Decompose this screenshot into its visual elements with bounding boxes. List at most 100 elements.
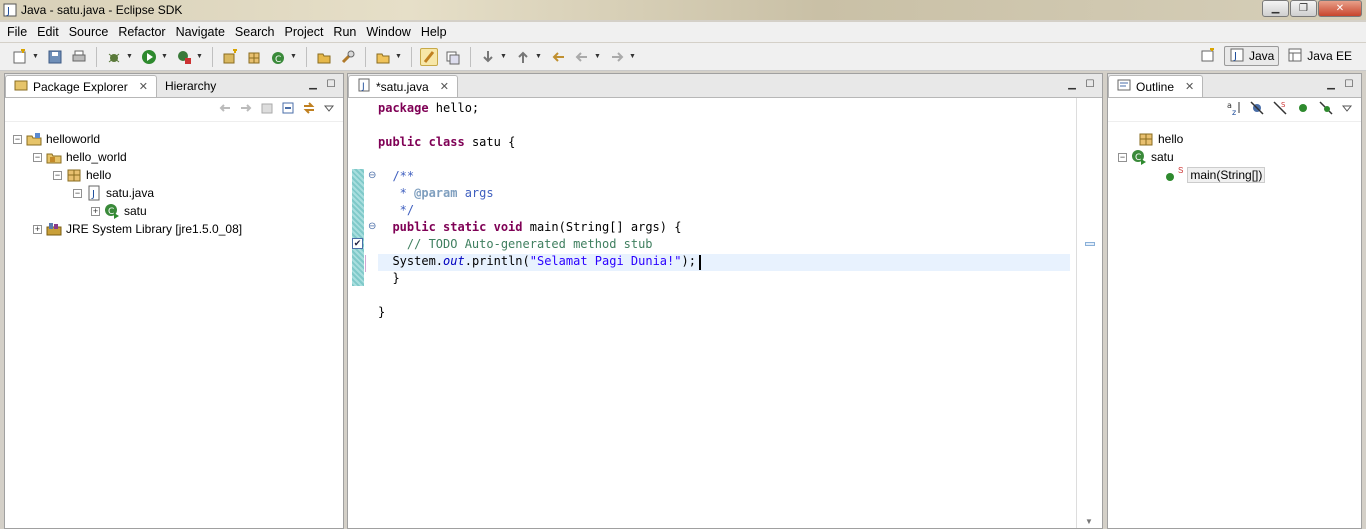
- fold-collapse-icon[interactable]: ⊖: [368, 170, 376, 181]
- minimize-view-icon[interactable]: ▁: [1066, 78, 1078, 90]
- open-folder-icon[interactable]: [374, 48, 392, 66]
- menu-window[interactable]: Window: [361, 25, 415, 39]
- external-tools-dropdown-icon[interactable]: ▼: [196, 53, 204, 60]
- collapse-toggle[interactable]: −: [33, 152, 42, 162]
- outline-item-method[interactable]: S main(String[]): [1164, 166, 1266, 184]
- debug-dropdown-icon[interactable]: ▼: [126, 53, 134, 60]
- package-icon: [66, 167, 82, 183]
- link-with-editor-icon[interactable]: [302, 101, 316, 118]
- new-java-package-icon[interactable]: [245, 48, 263, 66]
- minimize-view-icon[interactable]: ▁: [307, 78, 319, 90]
- mark-occurrences-icon[interactable]: [420, 47, 438, 66]
- search-icon[interactable]: [339, 48, 357, 66]
- view-menu-icon[interactable]: [1341, 102, 1353, 117]
- collapse-all-icon[interactable]: [281, 101, 295, 118]
- sort-icon[interactable]: az: [1226, 100, 1242, 119]
- tab-package-explorer[interactable]: Package Explorer ✕: [5, 75, 157, 97]
- close-tab-icon[interactable]: ✕: [1185, 80, 1194, 93]
- toolbar-separator: [365, 46, 366, 67]
- expand-toggle[interactable]: +: [33, 224, 42, 234]
- expand-toggle[interactable]: +: [91, 206, 100, 216]
- show-whitespace-icon[interactable]: [444, 48, 462, 66]
- menu-edit[interactable]: Edit: [32, 25, 64, 39]
- collapse-toggle[interactable]: −: [73, 188, 82, 198]
- perspective-java[interactable]: J Java: [1223, 46, 1280, 66]
- menu-source[interactable]: Source: [64, 25, 114, 39]
- tab-outline[interactable]: Outline ✕: [1108, 75, 1204, 97]
- view-menu-icon[interactable]: [323, 102, 335, 117]
- last-edit-location-icon[interactable]: [549, 48, 567, 66]
- previous-annotation-icon[interactable]: [514, 48, 532, 66]
- code-editor[interactable]: package hello; public class satu { /** *…: [378, 98, 1070, 528]
- minimize-view-icon[interactable]: ▁: [1325, 78, 1337, 90]
- tree-item-satu-class[interactable]: + C satu: [91, 202, 147, 220]
- scroll-down-icon[interactable]: ▼: [1085, 517, 1093, 526]
- external-tools-icon[interactable]: [175, 48, 193, 66]
- close-tab-icon[interactable]: ✕: [139, 80, 148, 93]
- next-annotation-dropdown-icon[interactable]: ▼: [500, 53, 508, 60]
- forward-dropdown-icon[interactable]: ▼: [629, 53, 637, 60]
- back-icon[interactable]: [218, 101, 232, 118]
- collapse-toggle[interactable]: −: [13, 134, 22, 144]
- collapse-toggle[interactable]: −: [1118, 152, 1127, 162]
- maximize-button[interactable]: ❐: [1290, 0, 1317, 17]
- svg-text:S: S: [1281, 101, 1286, 109]
- run-dropdown-icon[interactable]: ▼: [161, 53, 169, 60]
- task-checkmark-icon[interactable]: ✔: [352, 238, 363, 249]
- maximize-view-icon[interactable]: ☐: [1343, 78, 1355, 90]
- new-class-dropdown-icon[interactable]: ▼: [290, 53, 298, 60]
- tree-item-hello-package[interactable]: − hello: [53, 166, 111, 184]
- maximize-view-icon[interactable]: ☐: [325, 78, 337, 90]
- new-dropdown-icon[interactable]: ▼: [32, 53, 40, 60]
- explorer-panel-controls: ▁ ☐: [307, 78, 337, 90]
- outline-item-label: satu: [1151, 150, 1174, 164]
- fold-collapse-icon[interactable]: ⊖: [368, 221, 376, 232]
- run-icon[interactable]: [140, 48, 158, 66]
- back-icon[interactable]: [573, 48, 591, 66]
- outline-item-package[interactable]: hello: [1138, 130, 1183, 148]
- save-icon[interactable]: [46, 48, 64, 66]
- overview-marker[interactable]: [1085, 242, 1095, 246]
- previous-annotation-dropdown-icon[interactable]: ▼: [535, 53, 543, 60]
- next-annotation-icon[interactable]: [479, 48, 497, 66]
- new-java-class-icon[interactable]: C: [269, 48, 287, 66]
- menu-file[interactable]: File: [2, 25, 32, 39]
- outline-panel: Outline ✕ ▁ ☐ az S hello − C satu S main…: [1107, 73, 1362, 529]
- tree-item-hello-world[interactable]: − hello_world: [33, 148, 127, 166]
- menu-run[interactable]: Run: [328, 25, 361, 39]
- menu-refactor[interactable]: Refactor: [113, 25, 170, 39]
- outline-icon: [1117, 78, 1131, 95]
- up-icon[interactable]: [260, 101, 274, 118]
- hide-fields-icon[interactable]: [1249, 100, 1265, 119]
- print-icon[interactable]: [70, 48, 88, 66]
- open-type-icon[interactable]: [315, 48, 333, 66]
- menu-project[interactable]: Project: [280, 25, 329, 39]
- open-folder-dropdown-icon[interactable]: ▼: [395, 53, 403, 60]
- new-icon[interactable]: [11, 48, 29, 66]
- menu-help[interactable]: Help: [416, 25, 452, 39]
- close-tab-icon[interactable]: ✕: [440, 80, 449, 93]
- hide-non-public-icon[interactable]: [1295, 100, 1311, 119]
- changed-lines-marker: [352, 169, 364, 286]
- forward-icon[interactable]: [239, 101, 253, 118]
- hide-local-types-icon[interactable]: [1318, 100, 1334, 119]
- close-window-button[interactable]: ✕: [1318, 0, 1362, 17]
- menu-navigate[interactable]: Navigate: [171, 25, 230, 39]
- tab-hierarchy[interactable]: Hierarchy: [157, 75, 224, 97]
- tab-satu-java[interactable]: J *satu.java ✕: [348, 75, 458, 97]
- new-java-project-icon[interactable]: [221, 48, 239, 66]
- open-perspective-icon[interactable]: [1199, 47, 1217, 65]
- perspective-java-ee[interactable]: Java EE: [1283, 46, 1356, 66]
- collapse-toggle[interactable]: −: [53, 170, 62, 180]
- tree-item-satu-java[interactable]: − J satu.java: [73, 184, 154, 202]
- maximize-view-icon[interactable]: ☐: [1084, 78, 1096, 90]
- hide-static-icon[interactable]: S: [1272, 100, 1288, 119]
- menu-search[interactable]: Search: [230, 25, 280, 39]
- tree-item-jre-library[interactable]: + JRE System Library [jre1.5.0_08]: [33, 220, 242, 238]
- outline-item-class[interactable]: − C satu: [1118, 148, 1174, 166]
- tree-item-helloworld[interactable]: − helloworld: [13, 130, 100, 148]
- back-dropdown-icon[interactable]: ▼: [594, 53, 602, 60]
- forward-icon[interactable]: [608, 48, 626, 66]
- debug-icon[interactable]: [105, 48, 123, 66]
- minimize-button[interactable]: ▁: [1262, 0, 1289, 17]
